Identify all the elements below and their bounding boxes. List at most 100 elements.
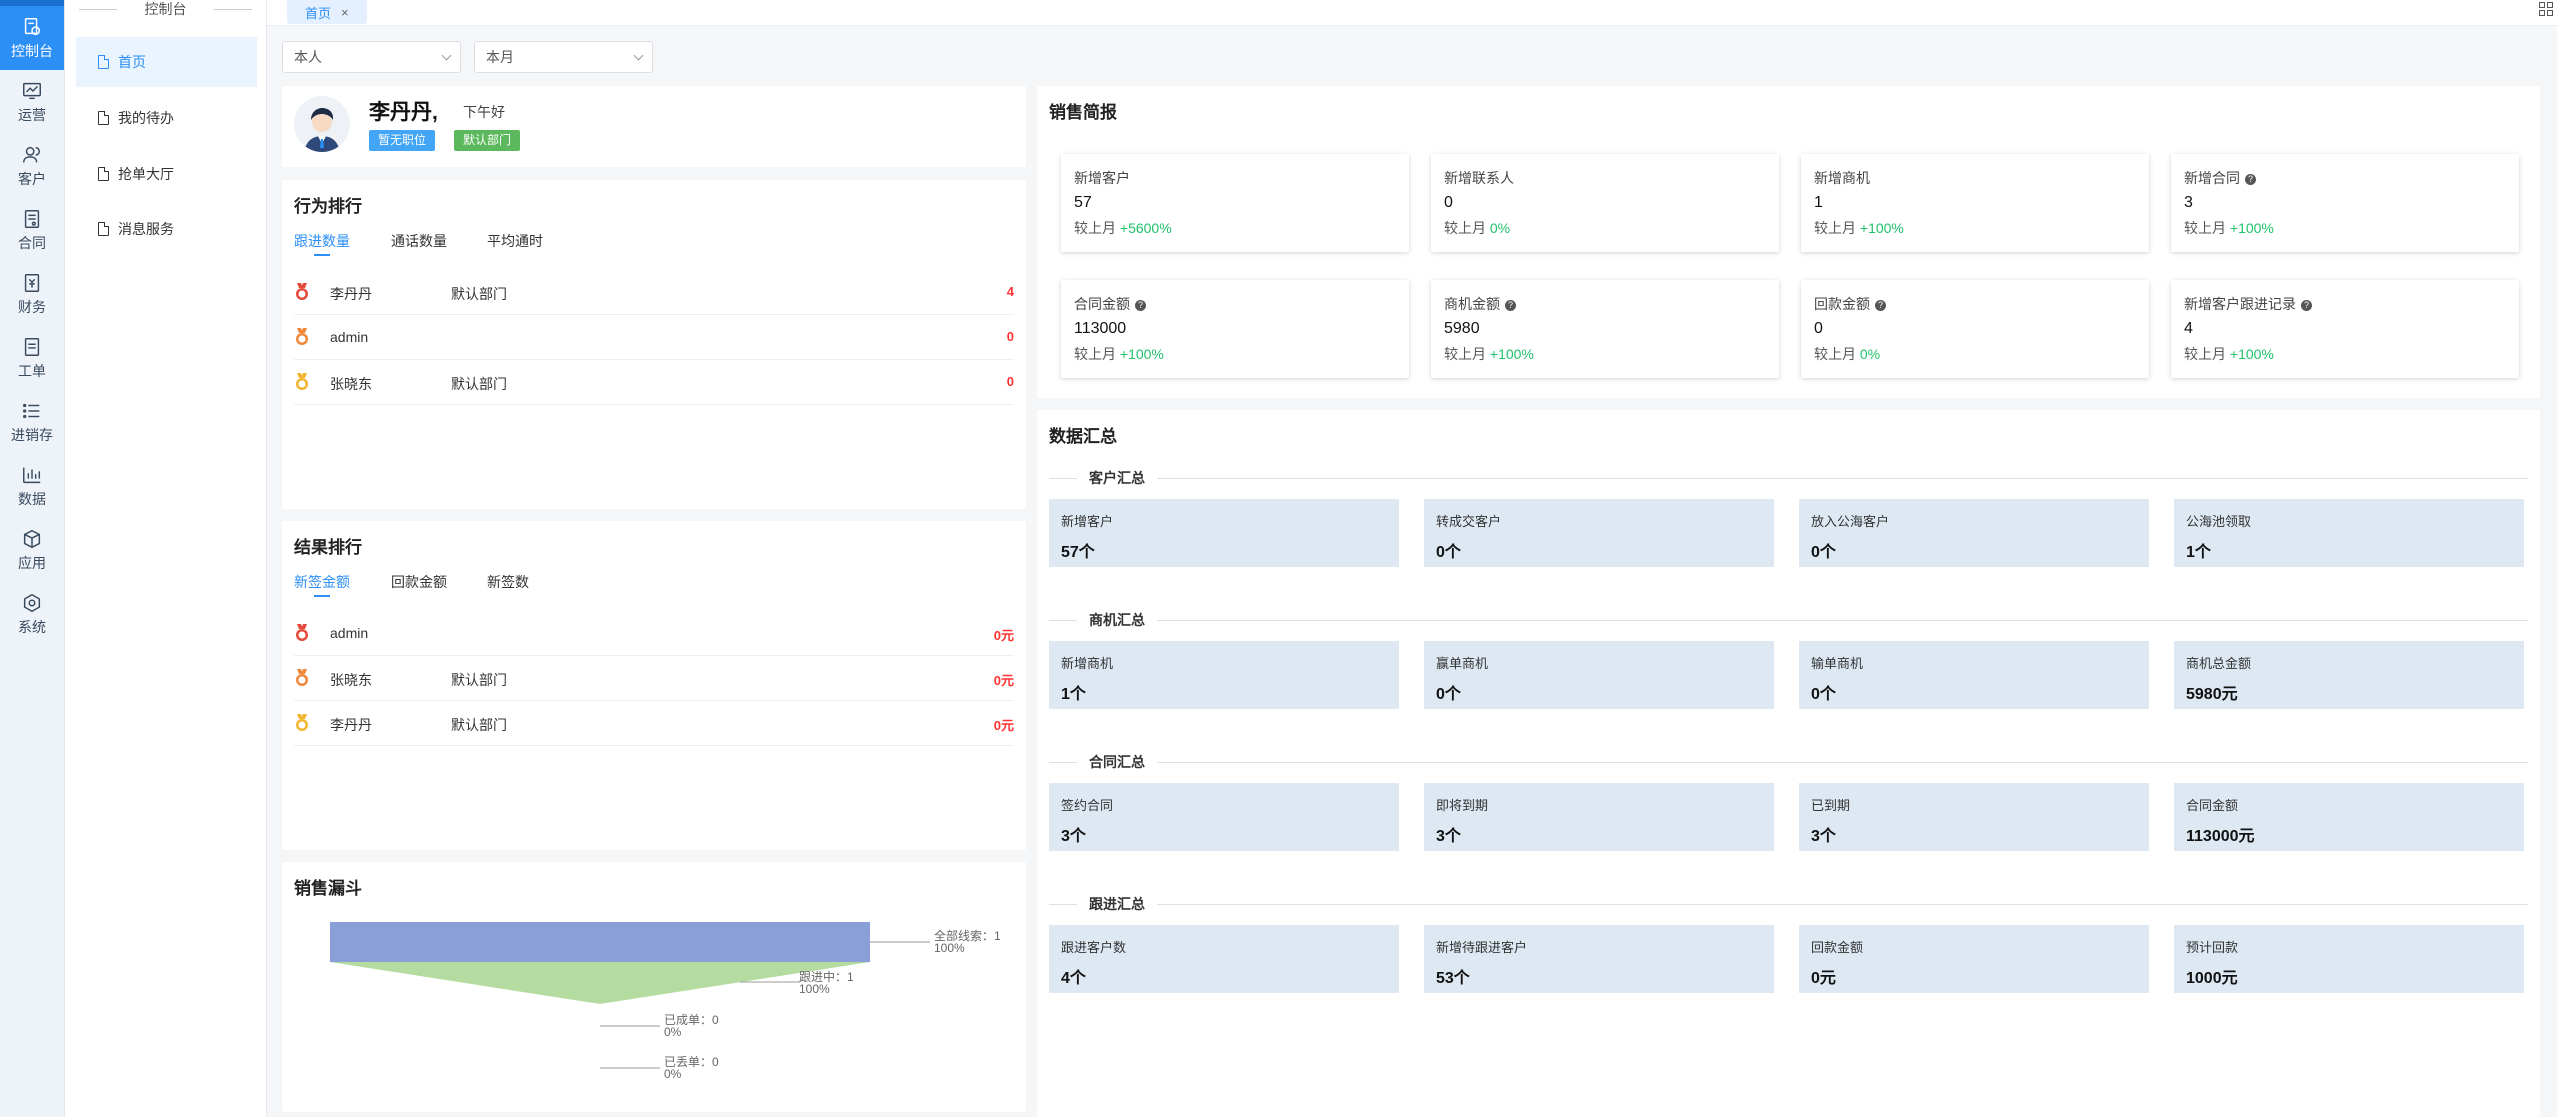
funnel-label: 已成单：0 0% [664, 1014, 719, 1038]
submenu-item-grab-orders[interactable]: 抢单大厅 [76, 149, 257, 199]
rail-item-ticket[interactable]: 工单 [0, 326, 64, 390]
help-icon[interactable]: ? [2301, 300, 2312, 311]
stat-compare-label: 较上月 [2184, 220, 2226, 236]
sales-brief-panel: 销售简报 新增客户 57 较上月 +5600% 新增联系人 0 较上月 0% 新增商机 1 较上… [1037, 86, 2540, 398]
summary-tile: 新增商机 1个 [1049, 641, 1399, 709]
period-select-value: 本月 [486, 49, 514, 65]
rank-name: admin [330, 625, 369, 641]
stat-compare-label: 较上月 [1444, 346, 1486, 362]
summary-tile: 商机总金额 5980元 [2174, 641, 2524, 709]
main-nav-rail: 控制台 运营 客户 合同 财务 工单 进销存 数据 应用 系统 [0, 0, 65, 1117]
stat-value: 0 [1444, 194, 1453, 211]
submenu-item-home[interactable]: 首页 [76, 37, 257, 87]
help-icon[interactable]: ? [1135, 300, 1146, 311]
help-icon[interactable]: ? [1875, 300, 1886, 311]
users-icon [23, 146, 41, 162]
rail-label: 应用 [18, 554, 46, 571]
summary-tile: 新增待跟进客户 53个 [1424, 925, 1774, 993]
tab-home[interactable]: 首页 × [287, 0, 367, 24]
period-select[interactable]: 本月 [474, 41, 653, 73]
rail-item-inventory[interactable]: 进销存 [0, 390, 64, 454]
medal-silver-icon [296, 669, 308, 686]
rank-value: 0 [1006, 374, 1014, 389]
section-title: 客户汇总 [1077, 468, 1157, 488]
stat-card: 回款金额? 0 较上月 0% [1801, 280, 2149, 378]
rail-label: 数据 [18, 490, 46, 507]
summary-label: 已到期 [1811, 798, 1851, 813]
stat-compare: 较上月 +100% [1814, 218, 2136, 238]
summary-label: 新增商机 [1061, 656, 1114, 671]
summary-label: 转成交客户 [1436, 514, 1502, 529]
funnel-stage-all [330, 922, 870, 962]
rail-item-finance[interactable]: 财务 [0, 262, 64, 326]
stat-compare-label: 较上月 [1074, 346, 1116, 362]
rail-item-apps[interactable]: 应用 [0, 518, 64, 582]
stat-label-text: 新增商机 [1814, 170, 1870, 186]
summary-value: 53个 [1436, 970, 1470, 987]
rank-row: admin 0 [294, 315, 1014, 360]
rail-item-data[interactable]: 数据 [0, 454, 64, 518]
document-icon [98, 222, 109, 236]
stat-card: 新增客户跟进记录? 4 较上月 +100% [2171, 280, 2519, 378]
rank-value: 0 [1006, 329, 1014, 344]
stat-compare: 较上月 0% [1444, 218, 1766, 238]
tab-new-signed-count[interactable]: 新签数 [487, 572, 529, 592]
rail-item-contract[interactable]: 合同 [0, 198, 64, 262]
funnel-stage-following [330, 962, 870, 1004]
summary-tile: 已到期 3个 [1799, 783, 2149, 851]
medal-bronze-icon [296, 714, 308, 731]
panel-title: 销售简报 [1049, 103, 1117, 122]
tab-payment-amount[interactable]: 回款金额 [391, 572, 447, 592]
close-icon[interactable]: × [341, 5, 349, 20]
summary-tile: 新增客户 57个 [1049, 499, 1399, 567]
summary-label: 新增待跟进客户 [1436, 940, 1528, 955]
rail-item-system[interactable]: 系统 [0, 582, 64, 646]
stat-value: 4 [2184, 320, 2193, 337]
summary-tile: 放入公海客户 0个 [1799, 499, 2149, 567]
medal-bronze-icon [296, 373, 308, 390]
stat-compare: 较上月 +100% [1074, 344, 1396, 364]
tab-call-count[interactable]: 通话数量 [391, 231, 447, 251]
rail-item-customer[interactable]: 客户 [0, 134, 64, 198]
help-icon[interactable]: ? [1505, 300, 1516, 311]
ticket-icon [24, 337, 40, 356]
summary-value: 0元 [1811, 970, 1836, 987]
avatar [294, 96, 350, 152]
tab-avg-call-time[interactable]: 平均通时 [487, 231, 543, 251]
greeting-text: 下午好 [463, 104, 505, 120]
data-summary-panel: 数据汇总 客户汇总 新增客户 57个 转成交客户 0个 放入公海客户 0个 公海池领取 1个 商机… [1037, 410, 2540, 1117]
owner-select-value: 本人 [294, 49, 322, 65]
summary-label: 输单商机 [1811, 656, 1864, 671]
rank-dept: 默认部门 [451, 672, 507, 688]
rank-dept: 默认部门 [451, 717, 507, 733]
stat-label: 新增客户 [1074, 168, 1396, 188]
rank-row: 张晓东 默认部门 0元 [294, 656, 1014, 701]
help-icon[interactable]: ? [2245, 174, 2256, 185]
rail-label: 系统 [18, 618, 46, 635]
submenu-item-todo[interactable]: 我的待办 [76, 93, 257, 143]
stat-card: 商机金额? 5980 较上月 +100% [1431, 280, 1779, 378]
summary-tile: 合同金额 113000元 [2174, 783, 2524, 851]
rank-dept: 默认部门 [451, 376, 507, 392]
submenu-label: 抢单大厅 [118, 166, 174, 182]
submenu-item-messages[interactable]: 消息服务 [76, 204, 257, 254]
sub-menu: 控制台 首页 我的待办 抢单大厅 消息服务 [65, 0, 267, 1117]
document-icon [98, 111, 109, 125]
rail-item-dashboard[interactable]: 控制台 [0, 0, 64, 70]
rank-row: admin 0元 [294, 611, 1014, 656]
grid-icon[interactable] [2539, 2, 2553, 16]
rail-item-operation[interactable]: 运营 [0, 70, 64, 134]
summary-label: 签约合同 [1061, 798, 1114, 813]
stat-label: 新增合同? [2184, 168, 2506, 188]
owner-select[interactable]: 本人 [282, 41, 461, 73]
rail-label: 合同 [18, 234, 46, 251]
tab-new-signed-amount[interactable]: 新签金额 [294, 572, 350, 597]
rank-value: 4 [1006, 284, 1014, 299]
stat-delta: +100% [2229, 220, 2274, 236]
tab-follow-count[interactable]: 跟进数量 [294, 231, 350, 256]
funnel-label: 已丢单：0 0% [664, 1056, 719, 1080]
summary-section-header: 合同汇总 [1049, 752, 2528, 772]
stat-card: 合同金额? 113000 较上月 +100% [1061, 280, 1409, 378]
stat-value: 113000 [1074, 320, 1127, 337]
rank-value: 0元 [993, 628, 1014, 643]
